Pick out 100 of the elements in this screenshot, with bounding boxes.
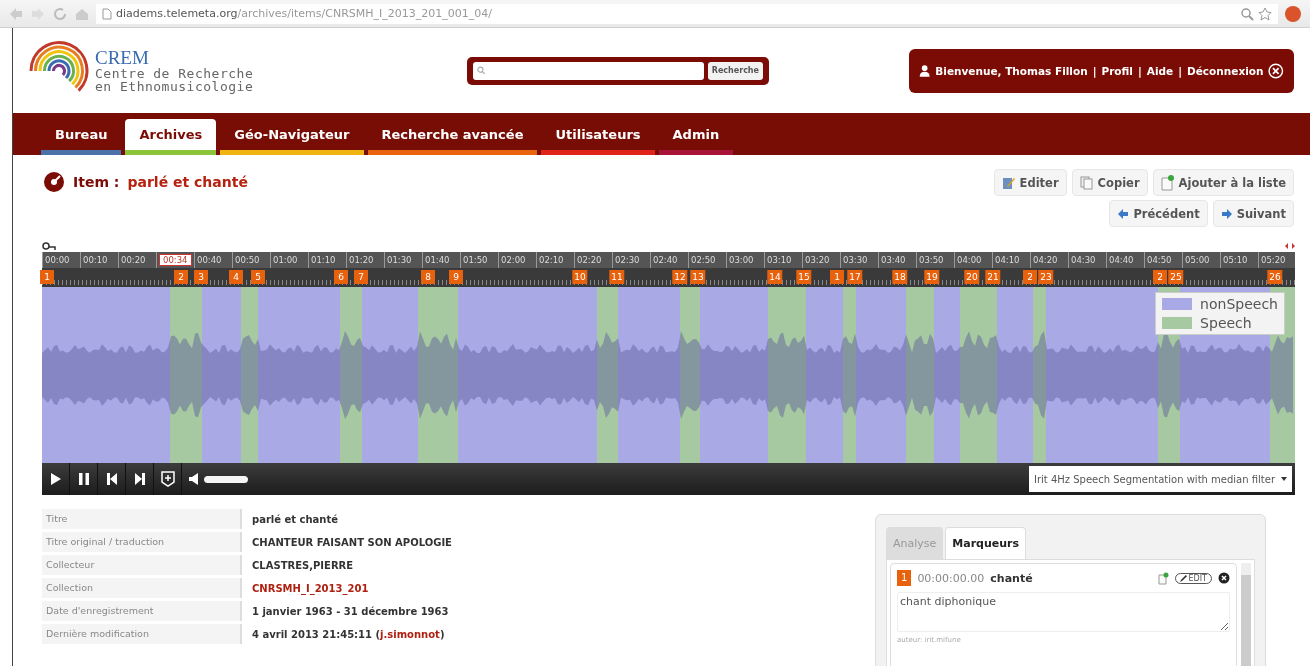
marker-number: 1: [897, 570, 912, 586]
marker-flag[interactable]: 21: [985, 270, 1001, 284]
time-tick: 01:00: [273, 255, 298, 265]
panel-tab[interactable]: Marqueurs: [945, 527, 1027, 559]
marker-flag[interactable]: 2: [1153, 270, 1167, 284]
item-title: parlé et chanté: [127, 174, 248, 190]
marker-flag[interactable]: 12: [672, 270, 688, 284]
logo-subtitle: en Ethnomusicologie: [95, 80, 254, 93]
action-button[interactable]: Ajouter à la liste: [1152, 169, 1294, 196]
time-tick: 00:10: [83, 255, 108, 265]
time-tick: 01:20: [349, 255, 374, 265]
nav-tab[interactable]: Admin: [658, 119, 734, 155]
nav-tab[interactable]: Utilisateurs: [541, 119, 655, 155]
field-label: Date d'enregistrement: [42, 601, 242, 621]
value-link[interactable]: CNRSMH_I_2013_201: [252, 582, 369, 594]
resize-icon[interactable]: [1285, 243, 1295, 249]
play-icon: [49, 472, 62, 486]
addon-icon[interactable]: [1284, 4, 1302, 23]
action-button[interactable]: Editer: [993, 169, 1067, 196]
marker-flag[interactable]: 5: [251, 270, 265, 284]
address-bar[interactable]: diadems.telemeta.org/archives/items/CNRSMH_I_2013_201_001_04/: [96, 3, 1278, 24]
marker-flag[interactable]: 26: [1267, 270, 1283, 284]
time-tick: 02:20: [577, 255, 602, 265]
nav-tab[interactable]: Recherche avancée: [367, 119, 538, 155]
marker-flag[interactable]: 10: [572, 270, 588, 284]
time-tick: 03:20: [805, 255, 830, 265]
left-arrow-icon: [1117, 207, 1130, 220]
marker-flag[interactable]: 3: [194, 270, 208, 284]
time-tick: 04:20: [1033, 255, 1058, 265]
scrollbar[interactable]: [1241, 563, 1251, 666]
time-tick: 05:00: [1185, 255, 1210, 265]
marker-flag[interactable]: 25: [1168, 270, 1184, 284]
add-document-icon[interactable]: [1157, 571, 1169, 585]
volume-slider[interactable]: [204, 475, 248, 483]
legend-label: nonSpeech: [1200, 296, 1278, 312]
edit-button[interactable]: EDIT: [1174, 572, 1212, 584]
time-tick: 04:30: [1071, 255, 1096, 265]
marker-flag[interactable]: 6: [334, 270, 348, 284]
time-tick: 03:00: [729, 255, 754, 265]
time-tick: 04:50: [1147, 255, 1172, 265]
marker-flag[interactable]: 11: [609, 270, 625, 284]
url-text: diadems.telemeta.org/archives/items/CNRSMH_I_2013_201_001_04/: [116, 7, 492, 20]
marker-time: 00:00:00.00: [917, 571, 985, 585]
marker-flag[interactable]: 2: [174, 270, 188, 284]
key-icon[interactable]: [42, 241, 56, 251]
separator-text: |: [1092, 64, 1097, 77]
header-link[interactable]: Aide: [1146, 64, 1174, 77]
field-value: 4 avril 2013 21:45:11 (: [252, 628, 381, 640]
marker-flag[interactable]: 8: [421, 270, 435, 284]
marker-flag[interactable]: 17: [847, 270, 863, 284]
marker-flag[interactable]: 15: [796, 270, 812, 284]
nav-tab[interactable]: Archives: [125, 119, 217, 155]
time-tick: 00:50: [235, 255, 260, 265]
marker-flag[interactable]: 19: [924, 270, 940, 284]
marker-flag[interactable]: 18: [892, 270, 908, 284]
field-label: Collecteur: [42, 555, 242, 575]
pencil-icon: [1179, 574, 1187, 582]
star-icon[interactable]: [1258, 6, 1272, 21]
time-tick: 04:10: [995, 255, 1020, 265]
navigation-button[interactable]: Précédent: [1109, 200, 1208, 227]
time-tick: 03:30: [843, 255, 868, 265]
value-link[interactable]: j.simonnot: [380, 628, 440, 640]
time-tick: 04:40: [1109, 255, 1134, 265]
panel-tab[interactable]: Analyse: [886, 527, 944, 559]
close-icon[interactable]: [1218, 572, 1230, 584]
marker-flag[interactable]: 14: [767, 270, 783, 284]
search-button[interactable]: Recherche: [707, 61, 763, 80]
welcome-text: Bienvenue, Thomas Fillon: [935, 64, 1088, 77]
marker-flag[interactable]: 2: [1023, 270, 1037, 284]
time-tick: 05:10: [1223, 255, 1248, 265]
zoom-icon[interactable]: [1240, 6, 1254, 21]
nav-tab[interactable]: Bureau: [41, 119, 122, 155]
search-field[interactable]: [473, 61, 704, 80]
time-tick: 01:50: [463, 255, 488, 265]
add-document-icon: [1160, 174, 1175, 191]
marker-flag[interactable]: 7: [354, 270, 368, 284]
marker-plus-icon: [160, 471, 175, 487]
dropdown-caret-icon: [1281, 477, 1287, 481]
separator-text: |: [1137, 64, 1142, 77]
marker-flag[interactable]: 1: [40, 270, 54, 284]
logo-name: CREM: [95, 48, 150, 67]
time-tick: 01:30: [387, 255, 412, 265]
pencil-icon: [1001, 175, 1016, 190]
navigation-button[interactable]: Suivant: [1212, 200, 1294, 227]
time-tick: 05:20: [1261, 255, 1286, 265]
marker-flag[interactable]: 9: [449, 270, 463, 284]
disc-icon: [43, 171, 65, 193]
marker-flag[interactable]: 1: [830, 270, 844, 284]
marker-flag[interactable]: 13: [690, 270, 706, 284]
marker-flag[interactable]: 23: [1038, 270, 1054, 284]
time-tick: 02:10: [539, 255, 564, 265]
marker-flag[interactable]: 4: [229, 270, 243, 284]
time-tick: 00:40: [197, 255, 222, 265]
nav-tab[interactable]: Géo-Navigateur: [220, 119, 364, 155]
action-button[interactable]: Copier: [1071, 169, 1148, 196]
description-field[interactable]: chant diphonique: [897, 592, 1230, 632]
header-link[interactable]: Déconnexion: [1187, 64, 1264, 77]
analysis-dropdown[interactable]: Irit 4Hz Speech Segmentation with median filter: [1028, 466, 1292, 492]
header-link[interactable]: Profil: [1101, 64, 1133, 77]
marker-flag[interactable]: 20: [964, 270, 980, 284]
